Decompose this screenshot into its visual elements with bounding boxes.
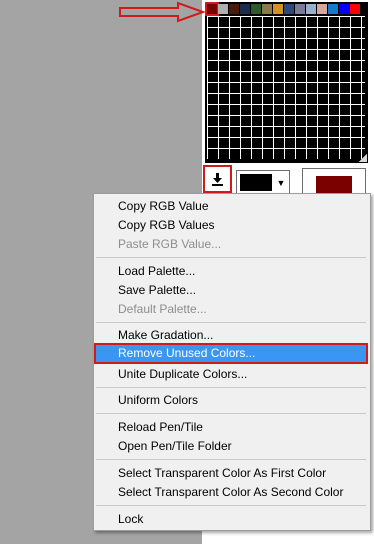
menu-item-open-pen-tile-folder[interactable]: Open Pen/Tile Folder — [118, 437, 232, 455]
download-button-highlight — [203, 165, 232, 193]
menu-item-load-palette[interactable]: Load Palette... — [118, 262, 195, 280]
palette-swatch[interactable] — [205, 2, 219, 16]
menu-separator — [96, 257, 366, 258]
palette-swatch[interactable] — [273, 4, 283, 14]
menu-separator — [96, 413, 366, 414]
annotation-arrow-icon — [119, 1, 206, 23]
palette-swatch[interactable] — [306, 4, 316, 14]
menu-item-save-palette[interactable]: Save Palette... — [118, 281, 196, 299]
palette-swatch[interactable] — [350, 4, 360, 14]
resize-grip-icon[interactable] — [359, 154, 367, 162]
palette-swatch[interactable] — [251, 4, 261, 14]
palette-swatch[interactable] — [262, 4, 272, 14]
menu-separator — [96, 459, 366, 460]
primary-color-fill — [240, 174, 272, 191]
palette-swatch[interactable] — [284, 4, 294, 14]
palette-swatch[interactable] — [295, 4, 305, 14]
menu-item-reload-pen-tile[interactable]: Reload Pen/Tile — [118, 418, 203, 436]
download-icon[interactable] — [211, 172, 224, 186]
palette-swatch[interactable] — [317, 4, 327, 14]
menu-item-unite-duplicate-colors[interactable]: Unite Duplicate Colors... — [118, 365, 247, 383]
menu-item-copy-rgb-value[interactable]: Copy RGB Value — [118, 197, 209, 215]
primary-color-dropdown[interactable]: ▼ — [236, 170, 290, 194]
palette-swatch[interactable] — [240, 4, 250, 14]
menu-separator — [96, 322, 366, 323]
menu-item-select-transparent-first[interactable]: Select Transparent Color As First Color — [118, 464, 326, 482]
palette-context-menu: Copy RGB Value Copy RGB Values Paste RGB… — [93, 193, 371, 531]
menu-item-copy-rgb-values[interactable]: Copy RGB Values — [118, 216, 215, 234]
palette-swatch[interactable] — [328, 4, 338, 14]
menu-item-label: Remove Unused Colors... — [118, 346, 256, 360]
menu-item-remove-unused-colors[interactable]: Remove Unused Colors... — [94, 343, 368, 364]
menu-item-lock[interactable]: Lock — [118, 510, 143, 528]
palette-swatch[interactable] — [339, 4, 349, 14]
menu-item-select-transparent-second[interactable]: Select Transparent Color As Second Color — [118, 483, 343, 501]
palette-swatch[interactable] — [229, 4, 239, 14]
menu-item-paste-rgb-value[interactable]: Paste RGB Value... — [118, 235, 221, 253]
menu-item-uniform-colors[interactable]: Uniform Colors — [118, 391, 198, 409]
palette-grid-frame — [205, 2, 368, 163]
menu-item-make-gradation[interactable]: Make Gradation... — [118, 326, 213, 344]
menu-separator — [96, 505, 366, 506]
swatch-row — [205, 2, 361, 16]
menu-separator — [96, 387, 366, 388]
chevron-down-icon[interactable]: ▼ — [275, 175, 287, 190]
palette-grid[interactable] — [207, 16, 365, 159]
palette-swatch[interactable] — [218, 4, 228, 14]
menu-item-default-palette[interactable]: Default Palette... — [118, 300, 207, 318]
